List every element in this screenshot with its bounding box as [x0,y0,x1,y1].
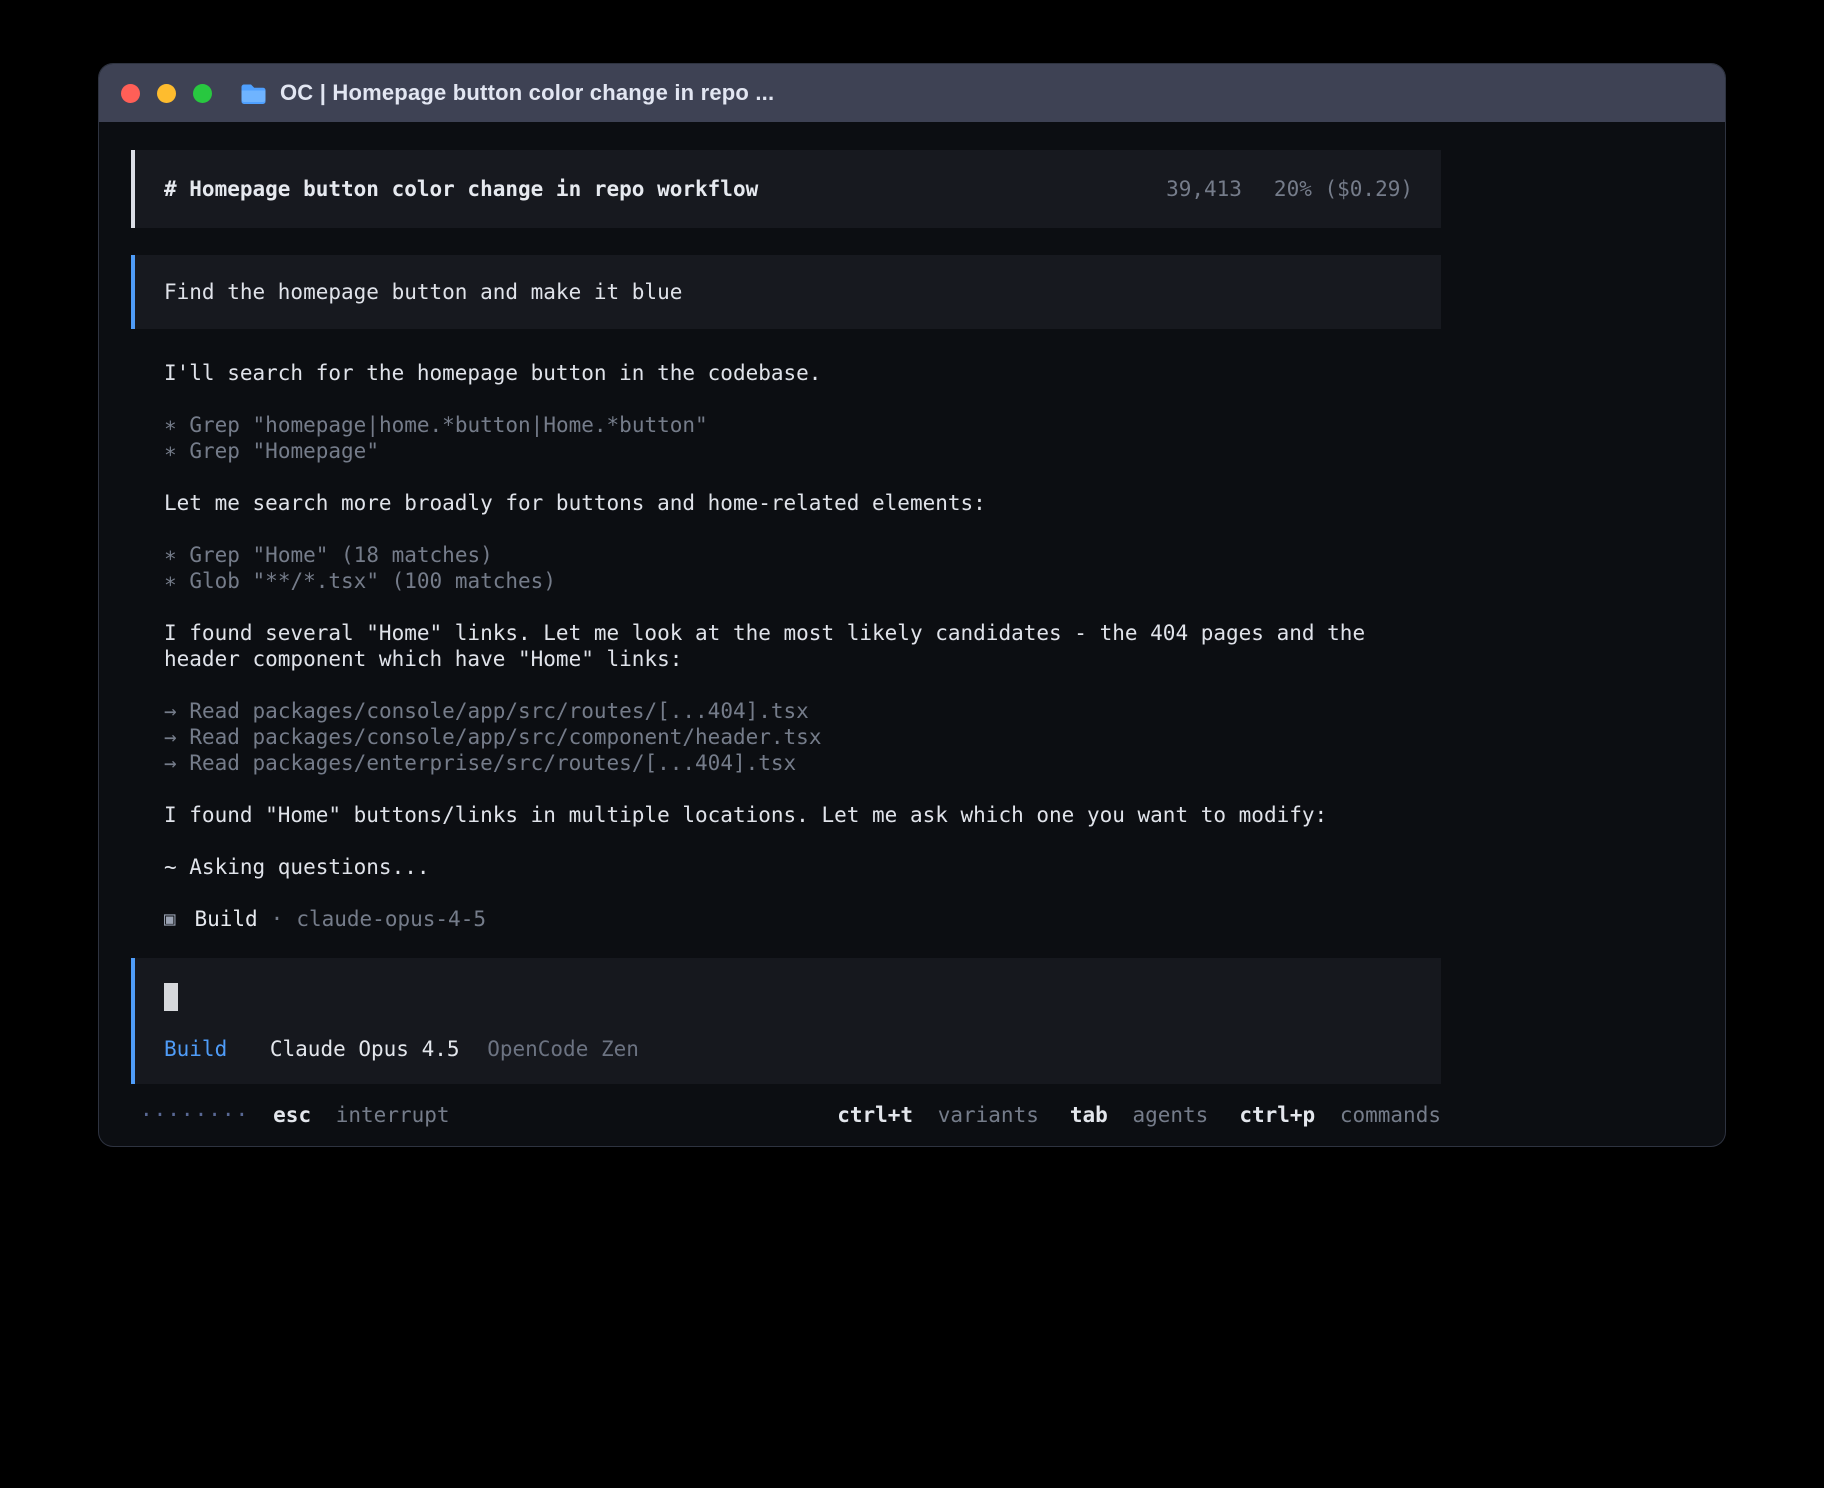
tool-call-glob: ∗ Glob "**/*.tsx" (100 matches) [164,568,1441,594]
dot-separator: · [271,906,284,932]
session-title: # Homepage button color change in repo w… [164,177,758,201]
prompt-input[interactable]: Build Claude Opus 4.5 OpenCode Zen [131,958,1441,1084]
agent-name: Build [194,906,257,932]
tool-call-text: Glob "**/*.tsx" (100 matches) [189,569,556,593]
asterisk-icon: ∗ [164,543,177,567]
user-message: Find the homepage button and make it blu… [131,255,1441,329]
titlebar[interactable]: OC | Homepage button color change in rep… [99,64,1725,122]
shortcut-label: agents [1132,1103,1208,1127]
provider-label: OpenCode Zen [487,1037,639,1061]
tool-call-grep: ∗ Grep "Home" (18 matches) [164,542,1441,568]
token-count: 39,413 [1166,177,1242,201]
user-message-text: Find the homepage button and make it blu… [164,280,682,304]
zoom-button[interactable] [193,84,212,103]
asterisk-icon: ∗ [164,569,177,593]
keyboard-shortcuts: ctrl+t variants tab agents ctrl+p comman… [837,1103,1441,1127]
assistant-paragraph: I'll search for the homepage button in t… [164,360,1400,386]
agent-model-name: claude-opus-4-5 [296,906,486,932]
asking-questions-status: ~ Asking questions... [164,854,1400,880]
context-usage: 20% ($0.29) [1274,177,1413,201]
status-bar: ········ esc interrupt ctrl+t variants t… [131,1103,1441,1127]
window-title: OC | Homepage button color change in rep… [280,80,774,106]
shortcut-key: ctrl+p [1239,1103,1315,1127]
title-group: OC | Homepage button color change in rep… [240,80,774,106]
agent-status-line: ▣ Build · claude-opus-4-5 [164,906,1441,932]
tool-call-group: ∗ Grep "Home" (18 matches) ∗ Glob "**/*.… [164,542,1441,594]
model-label[interactable]: Claude Opus 4.5 [270,1037,460,1061]
assistant-paragraph: I found "Home" buttons/links in multiple… [164,802,1400,828]
traffic-lights [121,84,212,103]
tool-call-text: Grep "Home" (18 matches) [189,543,492,567]
tool-call-read: → Read packages/console/app/src/routes/[… [164,698,1441,724]
spinner-dots-icon: ········ [140,1103,249,1127]
interrupt-hint: esc interrupt [273,1103,449,1127]
arrow-right-icon: → [164,725,177,749]
esc-key: esc [273,1103,311,1127]
shortcut-commands: ctrl+p commands [1239,1103,1441,1127]
mode-agent-label[interactable]: Build [164,1037,227,1061]
arrow-right-icon: → [164,699,177,723]
arrow-right-icon: → [164,751,177,775]
assistant-paragraph: Let me search more broadly for buttons a… [164,490,1400,516]
tool-call-text: Grep "homepage|home.*button|Home.*button… [189,413,707,437]
assistant-output: I'll search for the homepage button in t… [131,360,1441,932]
tool-call-text: Read packages/enterprise/src/routes/[...… [189,751,796,775]
tool-call-text: Grep "Homepage" [189,439,379,463]
terminal-window: OC | Homepage button color change in rep… [99,64,1725,1146]
tool-call-grep: ∗ Grep "Homepage" [164,438,1441,464]
tool-call-text: Read packages/console/app/src/routes/[..… [189,699,809,723]
shortcut-key: tab [1070,1103,1108,1127]
close-button[interactable] [121,84,140,103]
assistant-paragraph: I found several "Home" links. Let me loo… [164,620,1400,672]
terminal-content: # Homepage button color change in repo w… [99,122,1725,1127]
tool-call-read: → Read packages/console/app/src/componen… [164,724,1441,750]
folder-icon [240,82,267,105]
agent-icon: ▣ [164,906,175,932]
tool-call-grep: ∗ Grep "homepage|home.*button|Home.*butt… [164,412,1441,438]
shortcut-key: ctrl+t [837,1103,913,1127]
shortcut-variants: ctrl+t variants [837,1103,1039,1127]
session-header: # Homepage button color change in repo w… [131,150,1441,228]
tool-call-read: → Read packages/enterprise/src/routes/[.… [164,750,1441,776]
minimize-button[interactable] [157,84,176,103]
asterisk-icon: ∗ [164,413,177,437]
shortcut-label: commands [1340,1103,1441,1127]
interrupt-label: interrupt [336,1103,450,1127]
tool-call-group: → Read packages/console/app/src/routes/[… [164,698,1441,776]
text-cursor[interactable] [164,983,178,1011]
shortcut-label: variants [938,1103,1039,1127]
asterisk-icon: ∗ [164,439,177,463]
session-stats: 39,413 20% ($0.29) [1166,177,1413,201]
shortcut-agents: tab agents [1070,1103,1208,1127]
input-modeline: Build Claude Opus 4.5 OpenCode Zen [164,1037,1412,1061]
tool-call-text: Read packages/console/app/src/component/… [189,725,821,749]
tool-call-group: ∗ Grep "homepage|home.*button|Home.*butt… [164,412,1441,464]
